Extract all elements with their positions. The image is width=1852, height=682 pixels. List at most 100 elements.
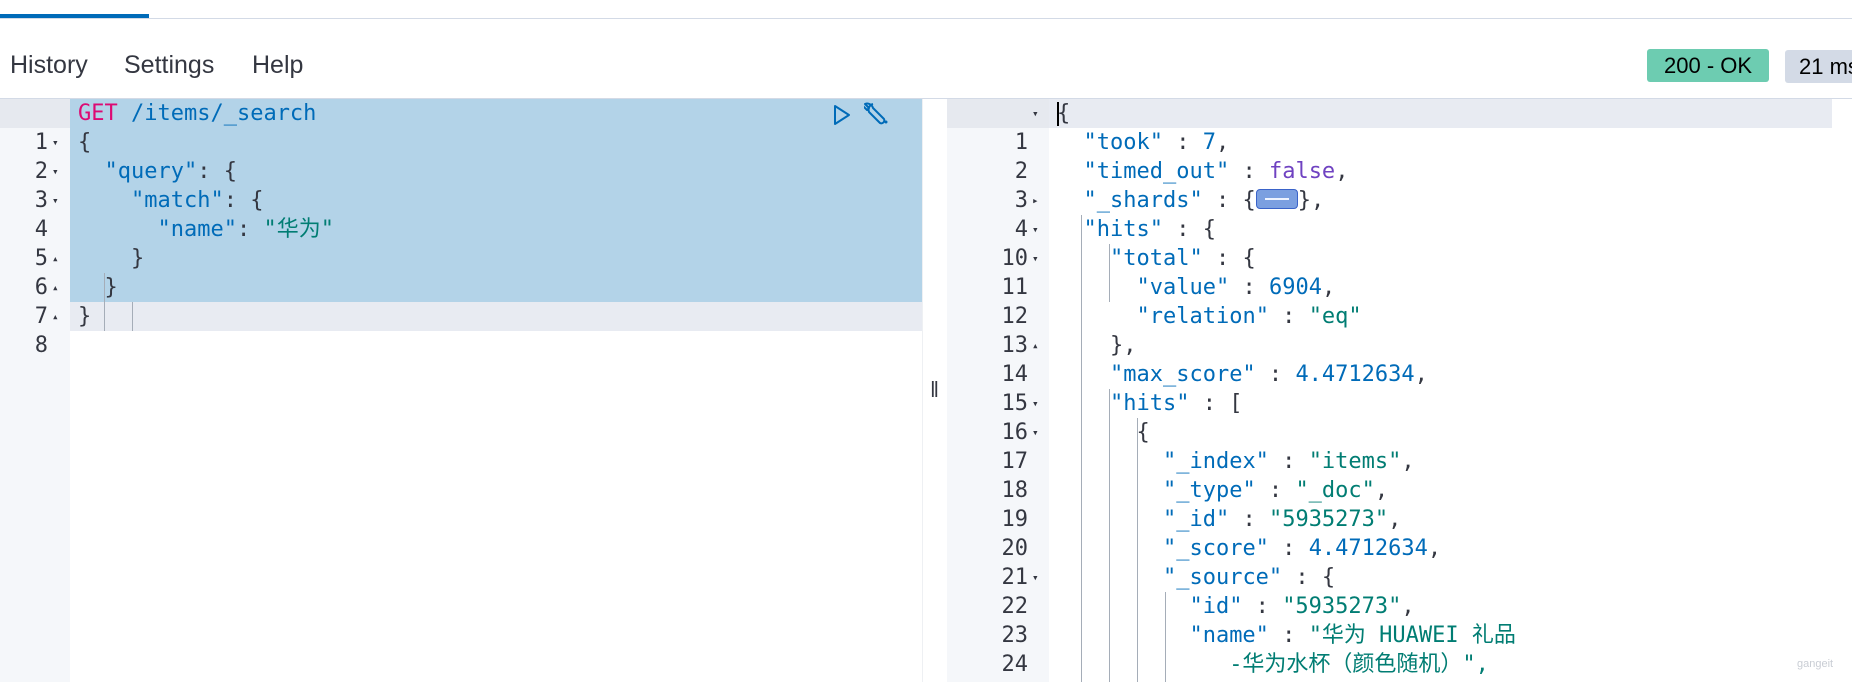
menu-settings[interactable]: Settings [124, 50, 214, 80]
code-text: : { [1202, 188, 1256, 213]
fold-marker[interactable]: ▾ [1032, 389, 1039, 418]
code-text: : { [223, 188, 264, 213]
collapsed-fold-icon[interactable] [1255, 189, 1298, 209]
fold-marker[interactable]: ▾ [1032, 215, 1039, 244]
code-line: 16 ▾ "hits" : [ [947, 389, 1852, 445]
code-text: : [1268, 304, 1309, 329]
json-key: "name" [157, 217, 237, 242]
code-line: 21 "_score" : 4.4712634, [947, 534, 1852, 590]
code-line: 4 ▸ "_shards" : {}, [947, 186, 1852, 242]
code-line: 8 ▴ } [0, 302, 922, 358]
code-text: : [1255, 362, 1296, 387]
code-line: 19 "_type" : "_doc", [947, 476, 1852, 532]
status-badge: 200 - OK [1647, 49, 1770, 82]
code-text: }, [1109, 333, 1137, 358]
json-number: 4.4712634 [1308, 536, 1428, 561]
json-number: 4.4712634 [1295, 362, 1415, 387]
code-text: , [1215, 130, 1230, 155]
json-key: "value" [1136, 275, 1230, 300]
code-text: : [ [1189, 391, 1243, 416]
json-string: "5935273" [1282, 594, 1402, 619]
fold-marker[interactable]: ▾ [1032, 563, 1039, 592]
code-text: : { [1162, 217, 1216, 242]
code-text: : [1162, 130, 1203, 155]
json-number: 7 [1202, 130, 1216, 155]
json-key: "_type" [1162, 478, 1256, 503]
code-text: , [1321, 275, 1336, 300]
code-text: } [78, 304, 92, 329]
request-editor[interactable]: 1 GET /items/_search 2 ▾ { 3 ▾ "query": … [0, 99, 922, 682]
fold-marker[interactable]: ▾ [1032, 99, 1039, 128]
code-line: 3 ▾ "query": { [0, 157, 922, 213]
code-line: 14 ▴ }, [947, 331, 1852, 387]
line-number: 8 [34, 333, 48, 358]
code-text: : [1268, 536, 1309, 561]
code-line: 15 "max_score" : 4.4712634, [947, 360, 1852, 416]
code-text: , [1427, 536, 1442, 561]
code-line: 7 ▴ } [0, 273, 922, 329]
fold-marker[interactable]: ▴ [52, 273, 59, 302]
json-key: "max_score" [1109, 362, 1256, 387]
json-key: "_id" [1162, 507, 1230, 532]
fold-marker[interactable]: ▴ [1032, 331, 1039, 360]
json-string: "华为 HUAWEI 礼品 [1308, 623, 1516, 648]
code-text: : { [197, 159, 237, 184]
code-text: , [1388, 507, 1402, 532]
json-key: "_shards" [1083, 188, 1203, 213]
json-key: "total" [1109, 246, 1203, 271]
json-key: "match" [130, 188, 224, 213]
pane-resizer[interactable]: ‖ [922, 99, 949, 682]
json-key: "relation" [1136, 304, 1269, 329]
fold-marker[interactable]: ▴ [52, 244, 59, 273]
code-line: 17 ▾ { [947, 418, 1852, 474]
code-text: : [1268, 449, 1309, 474]
response-time-badge: 21 ms [1785, 50, 1852, 83]
watermark: gangeit [1797, 658, 1834, 670]
play-icon[interactable] [831, 103, 853, 127]
menu-help[interactable]: Help [252, 50, 303, 80]
drag-handle-icon: ‖ [930, 377, 940, 402]
wrench-icon[interactable] [864, 100, 894, 130]
code-text: : [1242, 594, 1283, 619]
json-number: 6904 [1268, 275, 1322, 300]
json-key: "query" [104, 159, 198, 184]
code-line: 1 ▾ { [947, 99, 1852, 155]
code-text: }, [1297, 188, 1325, 213]
code-text: : [1255, 478, 1296, 503]
fold-marker[interactable]: ▾ [1032, 418, 1039, 447]
json-string: "items" [1308, 449, 1402, 474]
menu-history[interactable]: History [10, 50, 88, 80]
response-viewer[interactable]: 1 ▾ { 2 "took" : 7, 3 "timed_out" : fals… [947, 99, 1852, 682]
fold-marker[interactable]: ▸ [1032, 186, 1039, 215]
code-text: , [1401, 594, 1415, 619]
code-line: 20 "_id" : "5935273", [947, 505, 1852, 561]
fold-marker[interactable]: ▾ [52, 157, 59, 186]
active-tab-indicator [0, 14, 149, 18]
code-line: 11 ▾ "total" : { [947, 244, 1852, 300]
code-line: 6 ▴ } [0, 244, 922, 300]
code-text: , [1374, 478, 1389, 503]
json-string: "华为" [263, 217, 334, 242]
code-text: : { [1282, 565, 1336, 590]
json-key: "_source" [1162, 565, 1283, 590]
code-line: 2 "took" : 7, [947, 128, 1852, 184]
code-line: 4 ▾ "match": { [0, 186, 922, 242]
fold-marker[interactable]: ▾ [52, 186, 59, 215]
code-text: : [236, 217, 264, 242]
json-key: "name" [1189, 623, 1269, 648]
fold-marker[interactable]: ▾ [52, 128, 59, 157]
code-text: : [1268, 623, 1309, 648]
code-text: { [1136, 420, 1150, 445]
json-string: -华为水杯（颜色随机）", [1229, 652, 1489, 677]
json-key: "hits" [1083, 217, 1163, 242]
code-line: 18 "_index" : "items", [947, 447, 1852, 503]
json-boolean: false [1268, 159, 1336, 184]
code-text: } [130, 246, 145, 271]
fold-marker[interactable]: ▾ [1032, 244, 1039, 273]
code-line: 12 "value" : 6904, [947, 273, 1852, 329]
code-text: : [1229, 507, 1269, 532]
json-key: "timed_out" [1083, 159, 1230, 184]
json-key: "took" [1083, 130, 1163, 155]
code-line: 13 "relation" : "eq" [947, 302, 1852, 358]
fold-marker[interactable]: ▴ [52, 302, 59, 331]
